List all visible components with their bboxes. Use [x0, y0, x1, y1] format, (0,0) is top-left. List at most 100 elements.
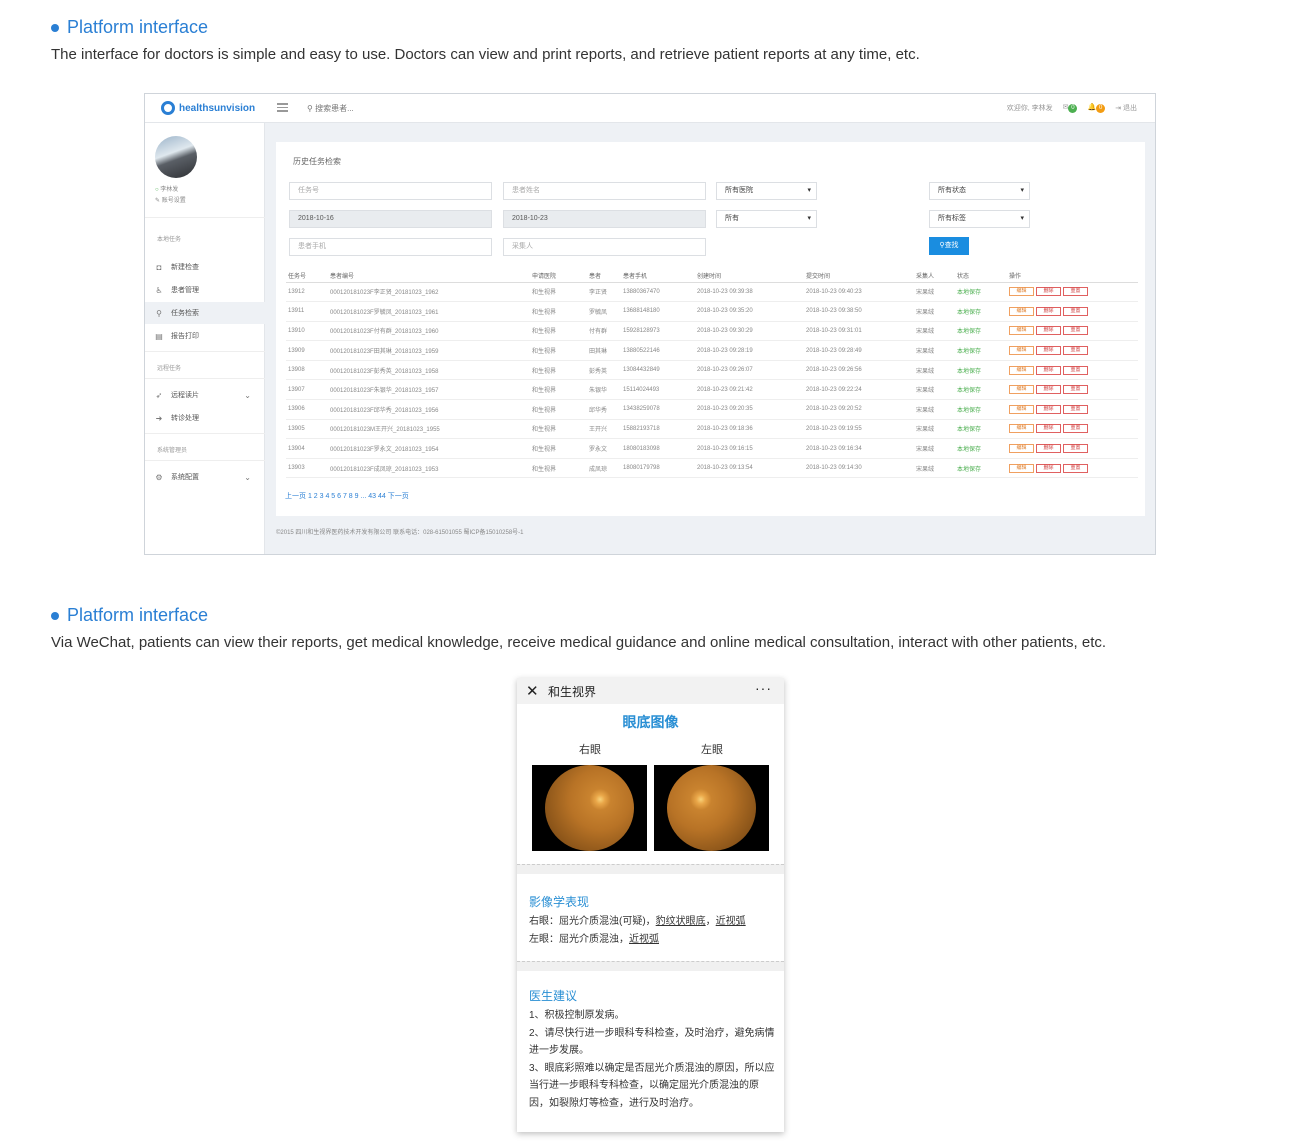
date-from-input[interactable]: 2018-10-16: [289, 210, 492, 228]
reset-button[interactable]: 重置: [1063, 287, 1088, 297]
divider: [517, 961, 784, 971]
delete-button[interactable]: 删除: [1036, 287, 1061, 297]
logo[interactable]: healthsunvision: [161, 101, 255, 115]
table-row[interactable]: 13912 000120181023F李正贤_20181023_1962 和生视界李…: [286, 282, 1138, 303]
more-icon[interactable]: ···: [755, 680, 772, 696]
divider: [517, 864, 784, 874]
table-row[interactable]: 13910 000120181023F付有群_20181023_1960 和生视界付…: [286, 321, 1138, 342]
patient-phone-input[interactable]: 患者手机: [289, 238, 492, 256]
tags-select[interactable]: 所有标签: [929, 210, 1030, 228]
sidebar-item-patient-mgmt[interactable]: ♿ 患者管理: [145, 279, 265, 301]
status-select[interactable]: 所有状态: [929, 182, 1030, 200]
wheelchair-icon: ♿: [155, 285, 163, 295]
mail-icon[interactable]: ✉ 0: [1063, 103, 1078, 113]
bullet-dot: [51, 23, 59, 32]
table-cell: 和生视界: [530, 419, 587, 440]
delete-button[interactable]: 删除: [1036, 444, 1061, 454]
edit-button[interactable]: 编辑: [1009, 326, 1034, 336]
advice-title: 医生建议: [529, 989, 578, 1003]
task-table: 任务号 患者编号 申请医院 患者 患者手机 创建时间 提交时间 采集人 状态 操作 13912 00…: [286, 270, 1138, 479]
reset-button[interactable]: 重置: [1063, 346, 1088, 356]
table-cell: 和生视界: [530, 458, 587, 479]
action-cell: 编辑 删除 重置: [1007, 438, 1138, 459]
delete-button[interactable]: 删除: [1036, 404, 1061, 414]
table-row[interactable]: 13907 000120181023F朱银华_20181023_1957 和生视界朱…: [286, 379, 1138, 401]
sidebar-item-sys-config[interactable]: ⚙ 系统配置 ⌄: [145, 466, 265, 488]
footer-text: ©2015 四川和生视界医药技术开发有限公司 联系电话：028-61501055…: [276, 530, 524, 536]
finding-link[interactable]: 近视弧: [716, 916, 746, 927]
table-cell: 13880522146: [621, 340, 695, 361]
collector-input[interactable]: 采集人: [503, 238, 706, 256]
reset-button[interactable]: 重置: [1063, 444, 1088, 454]
left-eye-label: 左眼: [701, 744, 723, 756]
sidebar-item-referral[interactable]: ➜ 转诊处理: [145, 407, 265, 429]
reset-button[interactable]: 重置: [1063, 463, 1088, 473]
table-row[interactable]: 13911 000120181023F罗毓凤_20181023_1961 和生视界罗…: [286, 301, 1138, 322]
logo-icon: [161, 101, 175, 115]
right-eye-image[interactable]: [532, 765, 647, 851]
finding-link[interactable]: 近视弧: [629, 934, 659, 945]
patient-name-input[interactable]: 患者姓名: [503, 182, 706, 200]
delete-button[interactable]: 删除: [1036, 463, 1061, 473]
edit-button[interactable]: 编辑: [1009, 287, 1034, 297]
column-header: 申请医院: [530, 270, 587, 283]
edit-button[interactable]: 编辑: [1009, 346, 1034, 356]
table-cell: 朱银华: [587, 379, 621, 401]
sidebar-item-new-exam[interactable]: ◘ 新建检查: [145, 256, 265, 278]
find-button[interactable]: ⚲查找: [929, 237, 969, 255]
table-row[interactable]: 13905 000120181023M王开兴_20181023_1955 和生视界王…: [286, 419, 1138, 440]
table-row[interactable]: 13906 000120181023F邱华秀_20181023_1956 和生视界邱…: [286, 399, 1138, 420]
table-row[interactable]: 13904 000120181023F罗永文_20181023_1954 和生视界罗…: [286, 438, 1138, 459]
delete-button[interactable]: 删除: [1036, 424, 1061, 434]
top-bar: healthsunvision ⚲ 搜索患者... 欢迎你, 李林发 ✉ 0 🔔 0…: [145, 94, 1155, 123]
sidebar-item-task-search[interactable]: ⚲ 任务检索: [145, 302, 265, 324]
sidebar-item-remote-read[interactable]: ➶ 远程读片 ⌄: [145, 384, 265, 406]
date-to-input[interactable]: 2018-10-23: [503, 210, 706, 228]
delete-button[interactable]: 删除: [1036, 385, 1061, 395]
edit-button[interactable]: 编辑: [1009, 365, 1034, 375]
task-no-input[interactable]: 任务号: [289, 182, 492, 200]
delete-button[interactable]: 删除: [1036, 346, 1061, 356]
table-row[interactable]: 13908 000120181023F彭秀英_20181023_1958 和生视界彭…: [286, 360, 1138, 381]
edit-button[interactable]: 编辑: [1009, 404, 1034, 414]
edit-button[interactable]: 编辑: [1009, 306, 1034, 316]
search-input[interactable]: ⚲ 搜索患者...: [307, 103, 354, 114]
reset-button[interactable]: 重置: [1063, 326, 1088, 336]
delete-button[interactable]: 删除: [1036, 326, 1061, 336]
finding-link[interactable]: 豹纹状眼底: [656, 916, 706, 927]
table-cell: 000120181023F彭秀英_20181023_1958: [328, 360, 530, 381]
action-cell: 编辑 删除 重置: [1007, 301, 1138, 322]
reset-button[interactable]: 重置: [1063, 404, 1088, 414]
table-cell: 宋果绒: [914, 419, 955, 440]
table-row[interactable]: 13903 000120181023F成凤琼_20181023_1953 和生视界成…: [286, 458, 1138, 479]
pagination[interactable]: 上一页 1 2 3 4 5 6 7 8 9 ... 43 44 下一页: [285, 491, 409, 501]
reset-button[interactable]: 重置: [1063, 365, 1088, 375]
menu-toggle-icon[interactable]: [277, 103, 288, 112]
close-icon[interactable]: ✕: [526, 682, 539, 700]
edit-button[interactable]: 编辑: [1009, 385, 1034, 395]
table-row[interactable]: 13909 000120181023F田其琳_20181023_1959 和生视界田…: [286, 340, 1138, 361]
table-body: 13912 000120181023F李正贤_20181023_1962 和生视界李…: [286, 282, 1138, 479]
group-local: 本地任务: [157, 237, 182, 243]
edit-button[interactable]: 编辑: [1009, 444, 1034, 454]
logout-link[interactable]: ⇥ 退出: [1115, 103, 1137, 113]
column-header: 提交时间: [804, 270, 914, 283]
hospital-select[interactable]: 所有医院: [716, 182, 817, 200]
table-cell: 000120181023F朱银华_20181023_1957: [328, 379, 530, 401]
wechat-title-bar: ✕ 和生视界 ···: [517, 678, 784, 704]
reset-button[interactable]: 重置: [1063, 424, 1088, 434]
edit-button[interactable]: 编辑: [1009, 463, 1034, 473]
sidebar-item-report-print[interactable]: ▤ 报告打印: [145, 325, 265, 347]
reset-button[interactable]: 重置: [1063, 306, 1088, 316]
delete-button[interactable]: 删除: [1036, 365, 1061, 375]
edit-button[interactable]: 编辑: [1009, 424, 1034, 434]
table-cell: 本地保存: [955, 419, 1007, 440]
delete-button[interactable]: 删除: [1036, 306, 1061, 316]
reset-button[interactable]: 重置: [1063, 385, 1088, 395]
all-select[interactable]: 所有: [716, 210, 817, 228]
account-settings-link[interactable]: ✎ 账号设置: [155, 196, 186, 207]
left-eye-image[interactable]: [654, 765, 769, 851]
bell-icon[interactable]: 🔔 0: [1087, 103, 1106, 113]
table-cell: 2018-10-23 09:16:15: [695, 438, 804, 459]
find-button-label: 查找: [944, 242, 959, 249]
